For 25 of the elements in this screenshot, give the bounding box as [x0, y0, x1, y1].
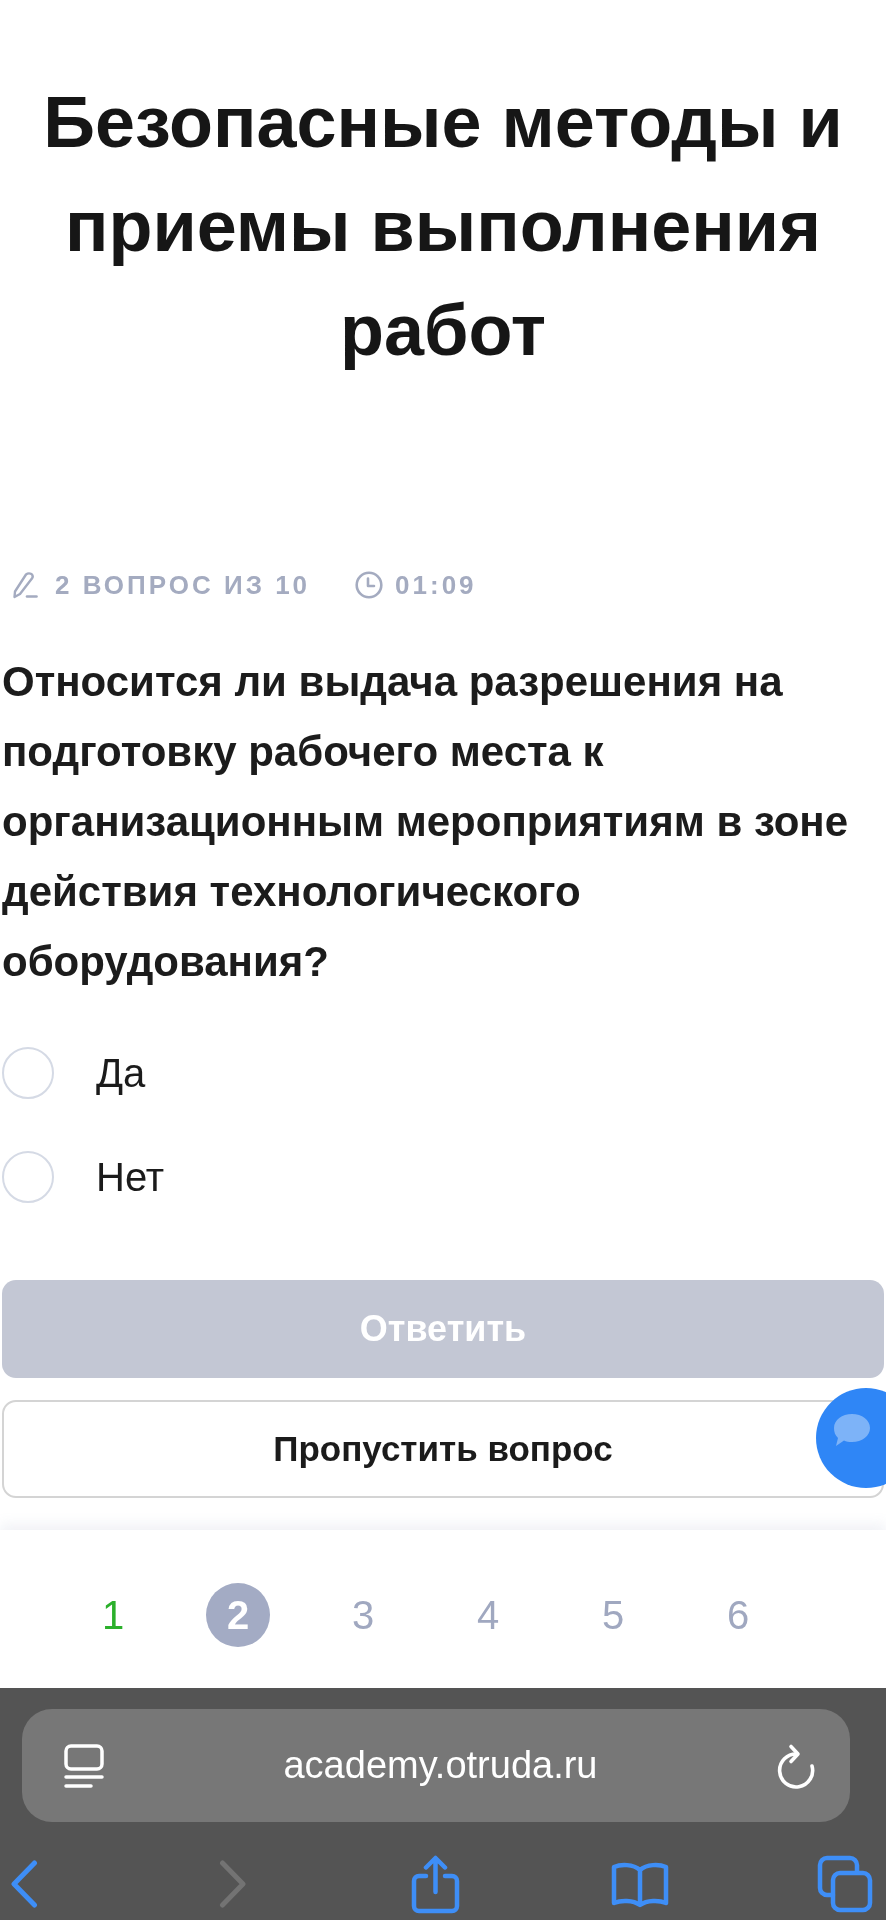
question-number[interactable]: 4	[456, 1583, 520, 1647]
tabs-icon[interactable]	[817, 1855, 873, 1913]
back-icon[interactable]	[10, 1860, 38, 1908]
share-icon[interactable]	[411, 1854, 460, 1914]
question-number[interactable]: 5	[581, 1583, 645, 1647]
question-counter: 2 ВОПРОС ИЗ 10	[55, 569, 311, 601]
chat-overlay[interactable]	[815, 1387, 886, 1489]
question-text: Относится ли выдача разрешения на подготовку рабочего места к организационным мероприятиям в зоне действия технологического оборудования?	[1, 657, 850, 987]
option-label[interactable]: Нет	[96, 1154, 165, 1200]
radio-button[interactable]	[2, 1047, 54, 1099]
question-number[interactable]: 6	[706, 1583, 770, 1647]
book-icon[interactable]	[611, 1860, 669, 1908]
question-number[interactable]: 3	[331, 1583, 395, 1647]
address-bar[interactable]: academy.otruda.ru	[22, 1709, 850, 1822]
question-number[interactable]: 2	[206, 1583, 270, 1647]
timer-text: 01:09	[395, 569, 477, 601]
speech-bubble-icon	[834, 1414, 870, 1446]
question-number[interactable]: 1	[81, 1583, 145, 1647]
radio-button[interactable]	[2, 1151, 54, 1203]
option-label[interactable]: Да	[96, 1050, 146, 1096]
pencil-icon	[10, 571, 38, 599]
reload-icon[interactable]	[777, 1742, 817, 1789]
reader-icon[interactable]	[64, 1743, 104, 1788]
page-title: Безопасные методы и приемы выполнения работ	[42, 81, 844, 372]
clock-icon	[355, 571, 384, 599]
